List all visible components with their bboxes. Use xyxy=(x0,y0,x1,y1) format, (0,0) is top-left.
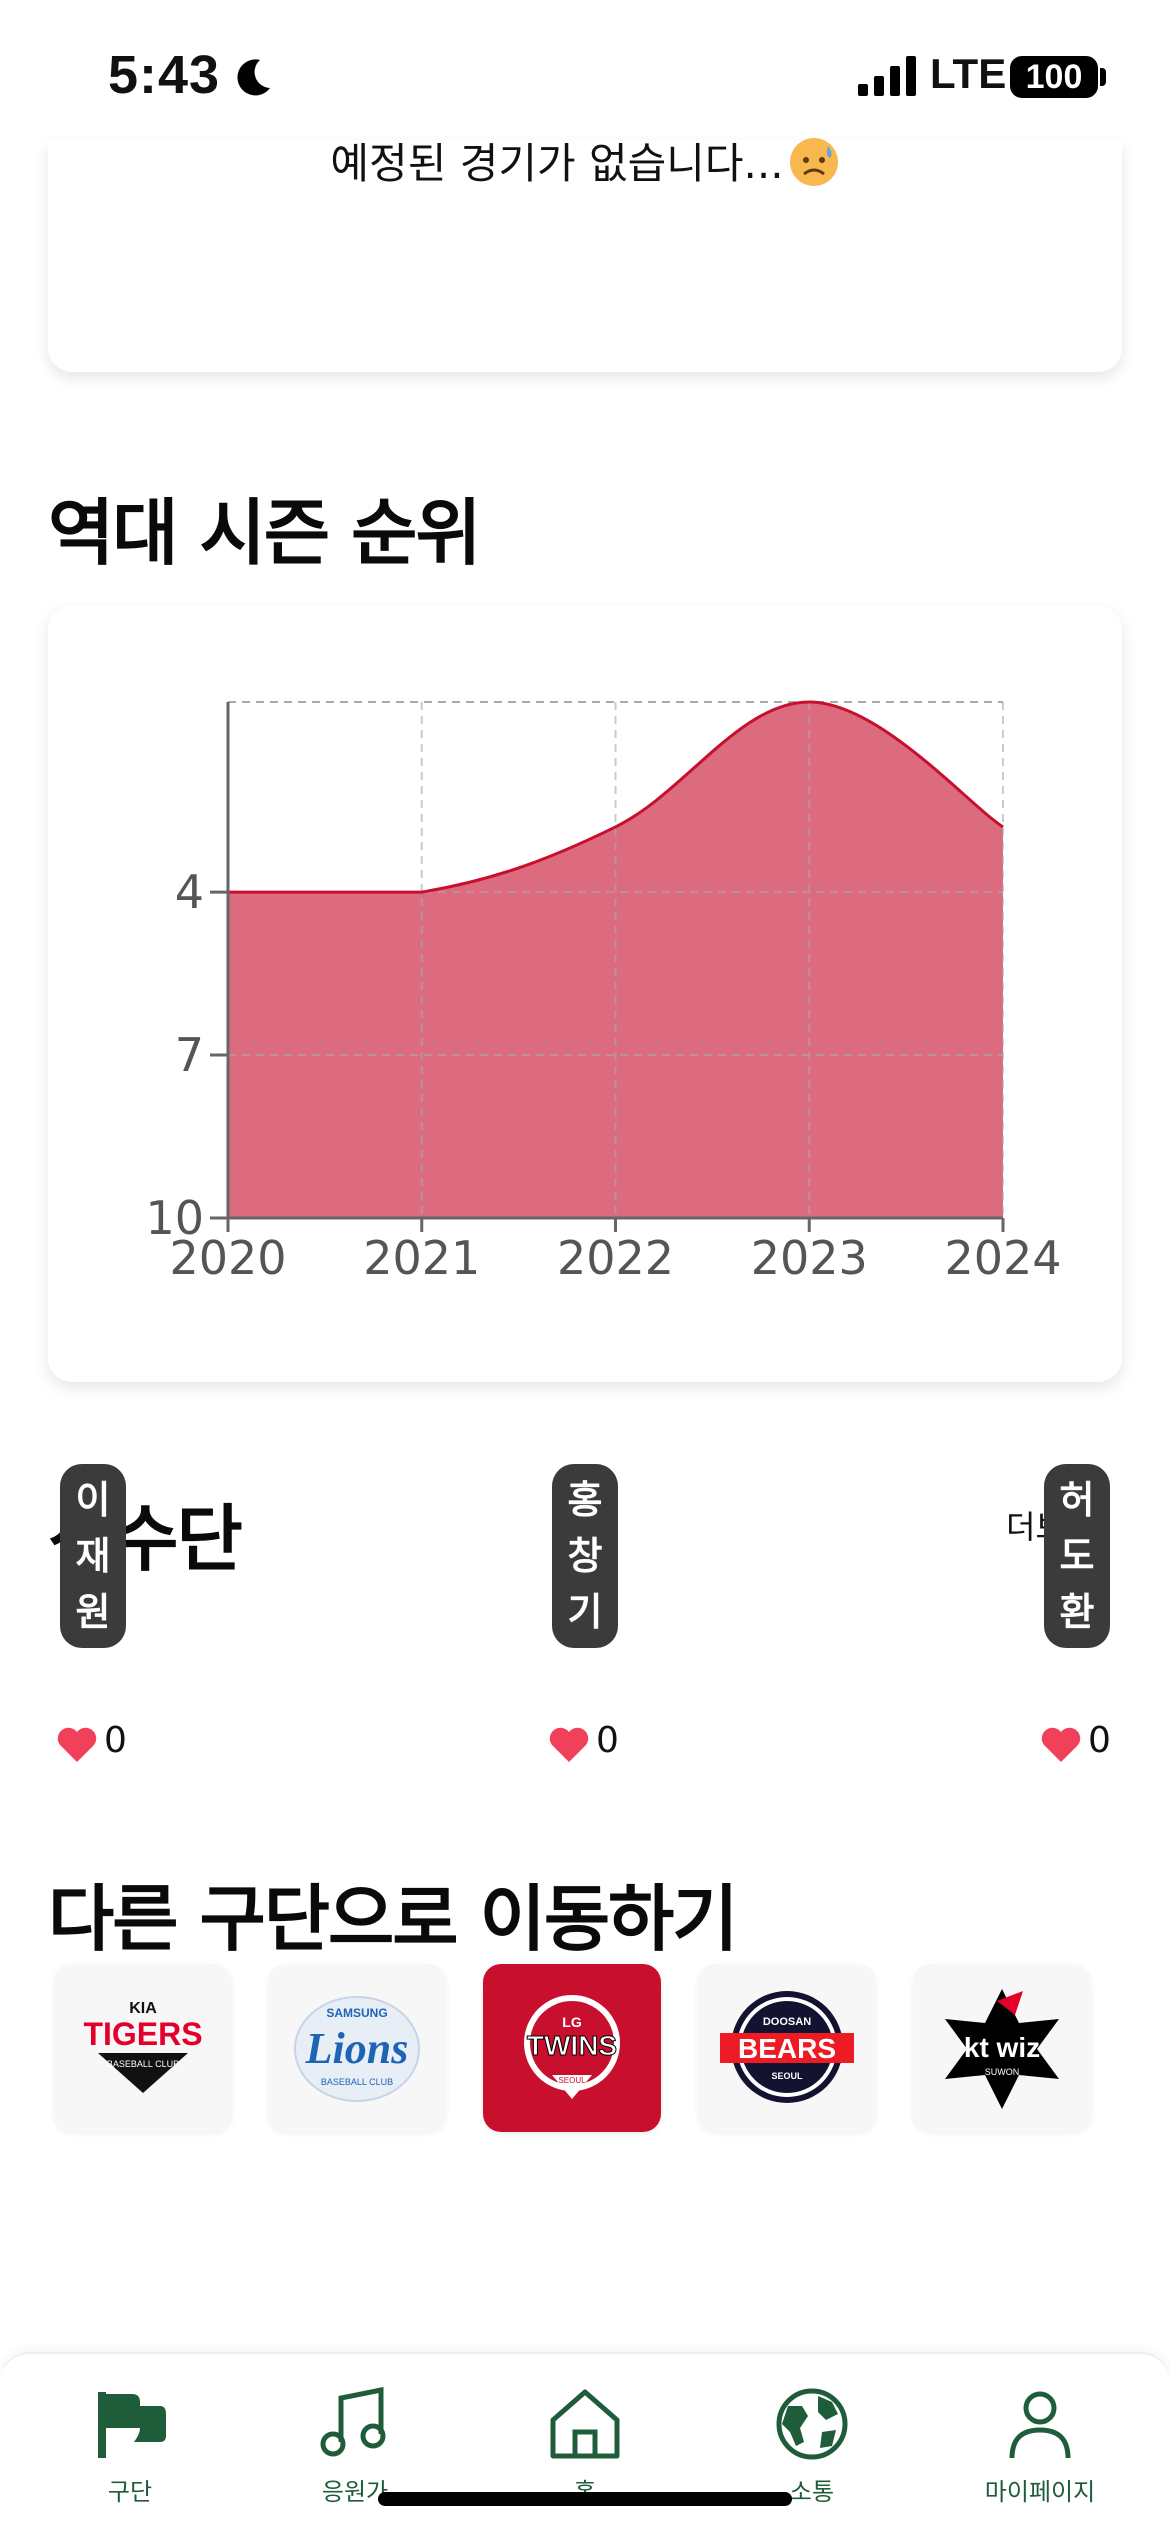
heart-icon[interactable] xyxy=(56,1726,98,1764)
team-twins-button[interactable]: LG TWINS SEOUL xyxy=(483,1964,661,2132)
team-lions-button[interactable]: SAMSUNG Lions BASEBALL CLUB xyxy=(268,1964,446,2132)
home-indicator xyxy=(378,2492,792,2506)
svg-text:Lions: Lions xyxy=(305,2024,409,2073)
tigers-logo-icon: KIA TIGERS BASEBALL CLUB xyxy=(83,2000,203,2093)
chart-x-tick-label: 2020 xyxy=(169,1231,286,1285)
svg-text:kt wiz: kt wiz xyxy=(964,2032,1040,2063)
chart-x-tick-label: 2022 xyxy=(557,1231,674,1285)
svg-text:SAMSUNG: SAMSUNG xyxy=(326,2006,387,2020)
chart-y-tick-label: 7 xyxy=(175,1028,204,1082)
svg-text:BASEBALL CLUB: BASEBALL CLUB xyxy=(107,2059,179,2069)
player-likes: 0 xyxy=(1088,1720,1111,1761)
team-bears-button[interactable]: DOOSAN BEARS SEOUL xyxy=(698,1964,876,2132)
player-likes: 0 xyxy=(104,1720,127,1761)
svg-text:SEOUL: SEOUL xyxy=(771,2071,803,2081)
heart-icon[interactable] xyxy=(1040,1726,1082,1764)
lions-logo-icon: SAMSUNG Lions BASEBALL CLUB xyxy=(294,1996,420,2102)
tab-team[interactable]: 구단 xyxy=(30,2384,230,2507)
svg-text:SUWON: SUWON xyxy=(985,2067,1020,2077)
chart-x-tick-label: 2024 xyxy=(944,1231,1061,1285)
tab-my-page[interactable]: 마이페이지 xyxy=(940,2384,1140,2507)
ktwiz-logo-icon: kt wiz SUWON xyxy=(945,1989,1059,2109)
svg-text:BASEBALL CLUB: BASEBALL CLUB xyxy=(321,2077,393,2087)
teams-title: 다른 구단으로 이동하기 xyxy=(48,1877,739,1961)
bears-logo-icon: DOOSAN BEARS SEOUL xyxy=(720,1991,854,2103)
team-ktwiz-button[interactable]: kt wiz SUWON xyxy=(913,1964,1091,2132)
chart-x-tick-label: 2023 xyxy=(751,1231,868,1285)
tab-home[interactable]: 홈 xyxy=(485,2384,685,2507)
season-rank-chart: 47102020 2021 2022 2023 2024 xyxy=(145,700,1062,1285)
chart-y-tick-label: 4 xyxy=(175,865,204,919)
heart-icon[interactable] xyxy=(548,1726,590,1764)
tab-community[interactable]: 소통 xyxy=(712,2384,912,2507)
svg-text:LG: LG xyxy=(562,2014,582,2030)
team-tigers-button[interactable]: KIA TIGERS BASEBALL CLUB xyxy=(54,1964,232,2132)
flag-icon xyxy=(98,2392,166,2458)
tab-cheer-songs[interactable]: 응원가 xyxy=(255,2384,455,2507)
chart-x-tick-label: 2021 xyxy=(363,1231,480,1285)
home-icon xyxy=(550,2389,620,2459)
player-name: 홍 창 기 xyxy=(552,1464,618,1648)
player-name: 이 재 원 xyxy=(60,1464,126,1648)
svg-text:KIA: KIA xyxy=(129,2000,157,2017)
user-icon xyxy=(1009,2391,1071,2459)
twins-logo-icon: LG TWINS SEOUL xyxy=(524,1995,620,2099)
svg-text:TIGERS: TIGERS xyxy=(83,2016,202,2052)
player-likes: 0 xyxy=(596,1720,619,1761)
svg-text:DOOSAN: DOOSAN xyxy=(763,2016,811,2028)
svg-text:BEARS: BEARS xyxy=(738,2033,836,2064)
globe-icon xyxy=(776,2388,848,2460)
svg-text:SEOUL: SEOUL xyxy=(558,2076,586,2085)
music-icon xyxy=(320,2386,386,2457)
player-name: 허 도 환 xyxy=(1044,1464,1110,1648)
svg-text:TWINS: TWINS xyxy=(527,2030,617,2061)
